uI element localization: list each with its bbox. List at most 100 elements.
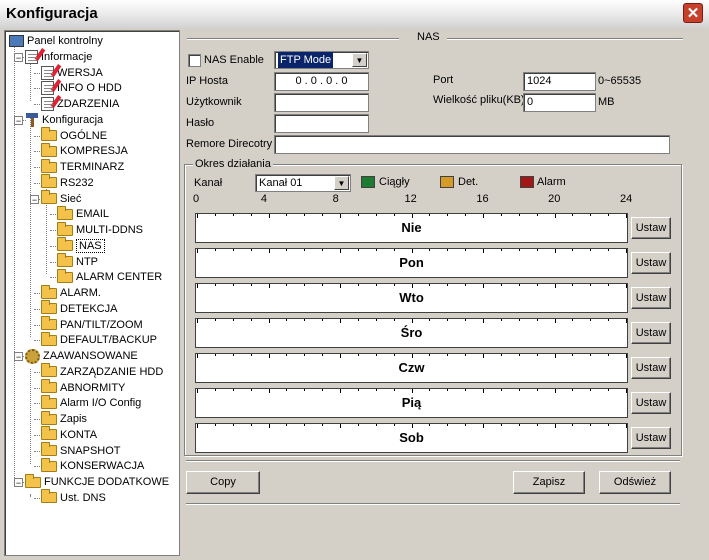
schedule-bar-4[interactable]: Czw xyxy=(195,353,628,383)
set-button[interactable]: Ustaw xyxy=(631,287,671,309)
hour-tick xyxy=(572,319,574,321)
hour-tick xyxy=(322,389,324,391)
hour-tick xyxy=(483,424,484,428)
tree-item-kompresja[interactable]: KOMPRESJA xyxy=(41,142,128,159)
tree-item-panel-kontrolny[interactable]: Panel kontrolny xyxy=(9,33,103,49)
tree-item-ust-dns[interactable]: Ust. DNS xyxy=(41,489,106,506)
remote-dir-field[interactable] xyxy=(274,135,670,154)
hour-tick xyxy=(375,249,377,251)
filesize-field[interactable]: 0 xyxy=(523,93,596,112)
tree-item-zdarzenia[interactable]: ZDARZENIA xyxy=(41,95,119,112)
folder-icon xyxy=(41,363,57,378)
hour-tick xyxy=(626,424,627,428)
hour-tick xyxy=(214,284,216,286)
hour-tick xyxy=(590,354,592,356)
tree-item-zarządzanie-hdd[interactable]: ZARZĄDZANIE HDD xyxy=(41,363,163,380)
set-button[interactable]: Ustaw xyxy=(631,427,671,449)
hour-tick xyxy=(375,284,377,286)
tree-item-informacje[interactable]: Informacje xyxy=(25,47,92,65)
tree-expander[interactable]: − xyxy=(14,478,23,488)
tree-item-funkcje-dodatkowe[interactable]: FUNKCJE DODATKOWE xyxy=(25,473,169,490)
tree-item-ntp[interactable]: NTP xyxy=(57,253,98,270)
hour-tick xyxy=(304,284,306,286)
tree-item-label: Alarm I/O Config xyxy=(60,397,142,410)
mode-select[interactable]: FTP Mode ▼ xyxy=(274,51,369,69)
set-button[interactable]: Ustaw xyxy=(631,357,671,379)
hour-tick xyxy=(447,319,449,321)
ip-field[interactable]: 0 . 0 . 0 . 0 xyxy=(274,72,369,91)
tree-item-label: KONTA xyxy=(60,428,98,441)
refresh-button[interactable]: Odśwież xyxy=(599,471,671,494)
nas-enable-checkbox[interactable] xyxy=(188,54,201,67)
tree-item-nas[interactable]: NAS xyxy=(57,237,105,254)
navigation-tree[interactable]: Panel kontrolny − Informacje WERSJA INFO O H… xyxy=(4,30,180,556)
hour-tick xyxy=(536,389,538,391)
tree-item-info-o-hdd[interactable]: INFO O HDD xyxy=(41,79,122,96)
hour-tick xyxy=(232,249,234,251)
folder-icon xyxy=(41,379,57,394)
tree-expander[interactable]: − xyxy=(14,52,23,62)
copy-button[interactable]: Copy xyxy=(186,471,260,494)
password-field[interactable] xyxy=(274,114,369,133)
save-button[interactable]: Zapisz xyxy=(513,471,585,494)
tree-item-label: Panel kontrolny xyxy=(27,35,103,47)
tree-item-detekcja[interactable]: DETEKCJA xyxy=(41,300,117,317)
hour-tick xyxy=(429,389,431,391)
tree-item-sieć[interactable]: Sieć xyxy=(41,190,81,207)
set-button[interactable]: Ustaw xyxy=(631,217,671,239)
tree-item-label: Konfiguracja xyxy=(42,113,104,126)
alarm-swatch xyxy=(520,176,534,188)
hour-tick-label: 8 xyxy=(332,193,339,205)
tree-item-zaawansowane[interactable]: ZAAWANSOWANE xyxy=(25,348,138,364)
hour-tick xyxy=(411,249,413,253)
tree-item-konfiguracja[interactable]: Konfiguracja xyxy=(25,112,103,128)
tree-item-terminarz[interactable]: TERMINARZ xyxy=(41,158,124,175)
tree-item-zapis[interactable]: Zapis xyxy=(41,410,87,427)
schedule-bar-2[interactable]: Wto xyxy=(195,283,628,313)
hour-tick xyxy=(268,249,270,253)
tree-item-label: Ust. DNS xyxy=(60,491,106,504)
hour-tick xyxy=(250,354,252,356)
port-field[interactable]: 1024 xyxy=(523,72,596,91)
schedule-bar-5[interactable]: Pią xyxy=(195,388,628,418)
tree-item-wersja[interactable]: WERSJA xyxy=(41,63,103,81)
hour-tick xyxy=(554,354,556,358)
hour-tick xyxy=(197,424,198,428)
tree-item-konta[interactable]: KONTA xyxy=(41,426,98,443)
tree-expander[interactable]: − xyxy=(14,352,23,362)
schedule-bar-0[interactable]: Nie xyxy=(195,213,628,243)
set-button[interactable]: Ustaw xyxy=(631,252,671,274)
user-field[interactable] xyxy=(274,93,369,112)
schedule-bar-1[interactable]: Pon xyxy=(195,248,628,278)
folder-icon xyxy=(41,284,57,299)
hour-tick xyxy=(518,424,520,426)
tree-expander[interactable]: − xyxy=(30,194,39,204)
tree-item-multi-ddns[interactable]: MULTI-DDNS xyxy=(57,221,143,238)
hour-tick xyxy=(429,424,431,426)
tree-item-alarm-center[interactable]: ALARM CENTER xyxy=(57,268,162,285)
tree-item-pan-tilt-zoom[interactable]: PAN/TILT/ZOOM xyxy=(41,316,143,333)
hour-tick xyxy=(375,214,377,216)
hour-tick xyxy=(429,319,431,321)
set-button[interactable]: Ustaw xyxy=(631,322,671,344)
tree-item-alarm[interactable]: ALARM. xyxy=(41,284,101,301)
user-label: Użytkownik xyxy=(186,96,242,108)
tree-item-ogólne[interactable]: OGÓLNE xyxy=(41,127,107,144)
hour-tick xyxy=(357,354,359,356)
tree-item-default-backup[interactable]: DEFAULT/BACKUP xyxy=(41,331,157,348)
channel-select[interactable]: Kanał 01 ▼ xyxy=(255,174,351,192)
schedule-bar-6[interactable]: Sob xyxy=(195,423,628,453)
tree-item-alarm-i-o-config[interactable]: Alarm I/O Config xyxy=(41,394,142,411)
tree-item-snapshot[interactable]: SNAPSHOT xyxy=(41,442,121,459)
tree-item-abnormity[interactable]: ABNORMITY xyxy=(41,379,125,396)
hour-tick xyxy=(232,284,234,286)
hour-tick xyxy=(590,389,592,391)
tree-expander[interactable]: − xyxy=(14,115,23,125)
tree-item-email[interactable]: EMAIL xyxy=(57,205,109,222)
schedule-bar-3[interactable]: Śro xyxy=(195,318,628,348)
set-button[interactable]: Ustaw xyxy=(631,392,671,414)
hour-tick xyxy=(590,214,592,216)
tree-item-konserwacja[interactable]: KONSERWACJA xyxy=(41,457,144,474)
tree-item-rs232[interactable]: RS232 xyxy=(41,174,94,191)
close-button[interactable]: ✕ xyxy=(683,3,703,23)
